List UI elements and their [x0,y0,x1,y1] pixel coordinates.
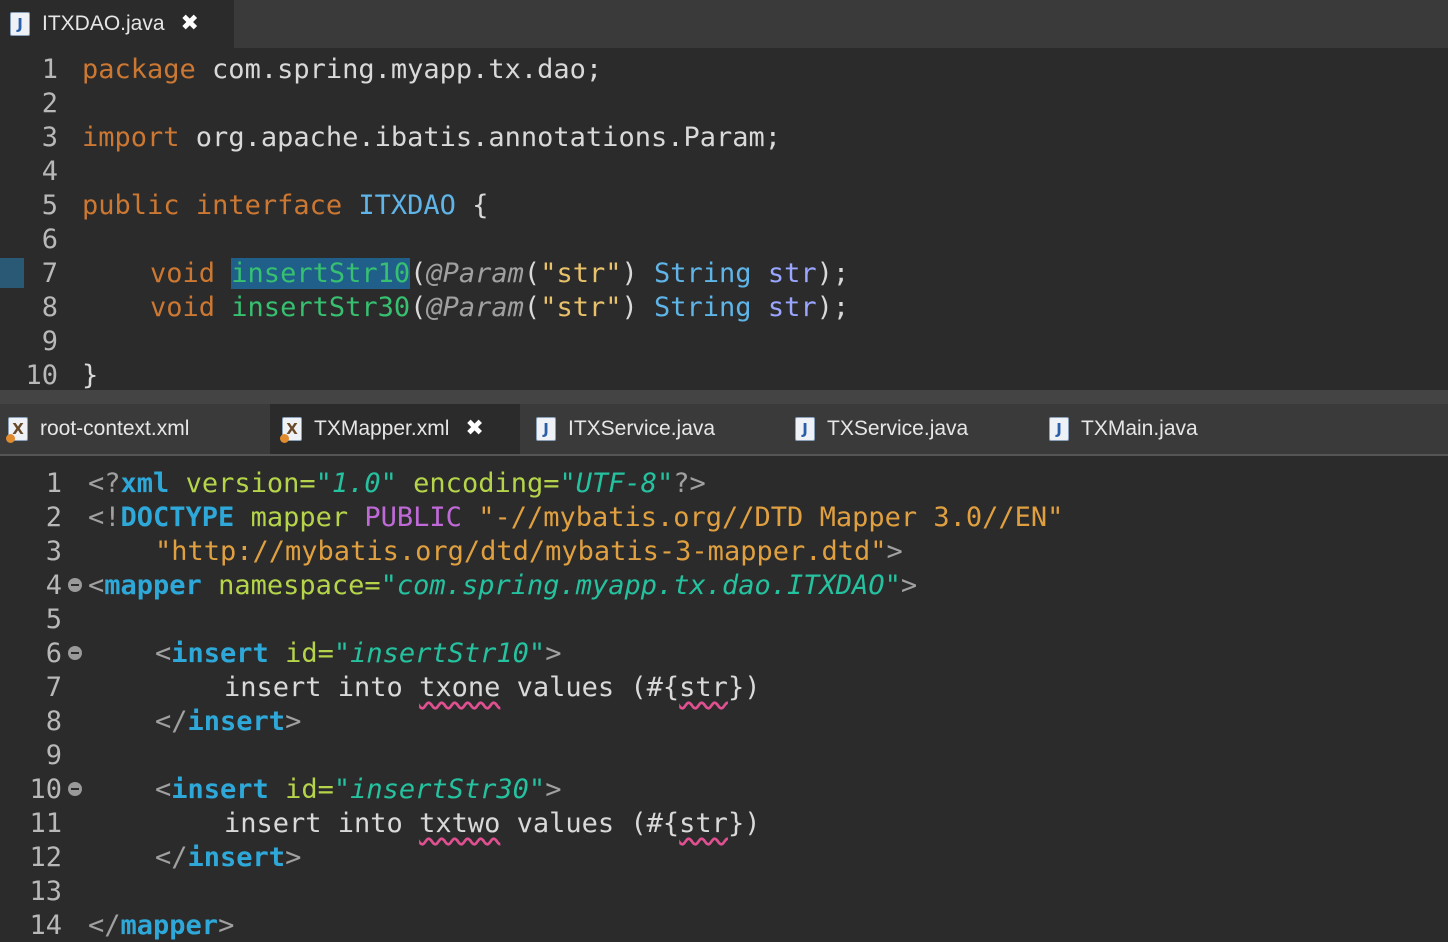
fold-collapse-icon[interactable] [68,578,82,592]
code-line: 4 [0,154,1448,188]
line-number: 9 [45,739,62,771]
tab-root-context-xml[interactable]: X root-context.xml [6,404,190,454]
code-line: 1 package com.spring.myapp.tx.dao; [0,52,1448,86]
tab-label: TXMain.java [1081,417,1198,440]
line-number: 14 [29,909,62,941]
line-number: 5 [41,189,58,221]
line-number: 10 [29,773,62,805]
line-number: 2 [41,87,58,119]
java-file-icon: J [1049,417,1069,441]
tab-txservice-java[interactable]: J TXService.java [795,404,968,454]
java-file-icon: J [10,12,30,36]
close-icon[interactable]: ✖ [465,418,483,440]
tab-label: TXService.java [827,417,969,440]
line-number: 6 [41,223,58,255]
xml-file-icon: X [280,417,302,443]
bottom-tab-bar: X root-context.xml X TXMapper.xml ✖ J IT… [0,404,1448,454]
java-editor[interactable]: 1 package com.spring.myapp.tx.dao; 2 3 i… [0,48,1448,392]
tab-itxservice-java[interactable]: J ITXService.java [536,404,715,454]
line-number: 10 [25,359,58,391]
line-number: 12 [29,841,62,873]
xml-editor[interactable]: 1 <?xml version="1.0" encoding="UTF-8"?>… [0,462,1448,942]
line-number: 4 [41,155,58,187]
code-line: 9 [0,738,1448,772]
code-line: 12 </insert> [0,840,1448,874]
line-number: 8 [41,291,58,323]
tab-label: TXMapper.xml [314,417,450,440]
code-line: 3 import org.apache.ibatis.annotations.P… [0,120,1448,154]
editor-split-divider[interactable] [0,390,1448,404]
line-number: 6 [45,637,62,669]
fold-collapse-icon[interactable] [68,646,82,660]
line-number: 9 [41,325,58,357]
code-line: 11 insert into txtwo values (#{str}) [0,806,1448,840]
code-line: 6 [0,222,1448,256]
line-number: 7 [45,671,62,703]
line-number: 1 [41,53,58,85]
code-line: 8 </insert> [0,704,1448,738]
line-number: 13 [29,875,62,907]
tab-label: ITXService.java [568,417,716,440]
line-number: 1 [45,467,62,499]
tab-label: root-context.xml [40,417,190,440]
code-line: 5 [0,602,1448,636]
java-file-icon: J [536,417,556,441]
code-line: 6 <insert id="insertStr10"> [0,636,1448,670]
line-number: 3 [45,535,62,567]
top-tab-bar: J ITXDAO.java ✖ [0,0,1448,48]
line-number: 5 [45,603,62,635]
java-file-icon: J [795,417,815,441]
line-number: 7 [41,257,58,289]
code-line: 4 <mapper namespace="com.spring.myapp.tx… [0,568,1448,602]
tab-itxdao-java[interactable]: J ITXDAO.java ✖ [0,0,234,48]
line-number: 2 [45,501,62,533]
line-number: 3 [41,121,58,153]
selected-method-name: insertStr10 [231,257,411,289]
code-line: 5 public interface ITXDAO { [0,188,1448,222]
close-icon[interactable]: ✖ [181,13,199,35]
tab-txmain-java[interactable]: J TXMain.java [1049,404,1198,454]
code-line: 14 </mapper> [0,908,1448,942]
line-number: 8 [45,705,62,737]
code-line: 2 <!DOCTYPE mapper PUBLIC "-//mybatis.or… [0,500,1448,534]
code-line: 8 void insertStr30(@Param("str") String … [0,290,1448,324]
tab-label: ITXDAO.java [42,12,165,35]
code-line: 13 [0,874,1448,908]
code-line: 9 [0,324,1448,358]
code-line: 10 <insert id="insertStr30"> [0,772,1448,806]
code-line: 7 void insertStr10(@Param("str") String … [0,256,1448,290]
xml-file-icon: X [6,417,28,443]
code-line: 1 <?xml version="1.0" encoding="UTF-8"?> [0,466,1448,500]
fold-collapse-icon[interactable] [68,782,82,796]
code-line: 10 } [0,358,1448,392]
code-line: 2 [0,86,1448,120]
line-number: 4 [45,569,62,601]
line-number: 11 [29,807,62,839]
code-line: 7 insert into txone values (#{str}) [0,670,1448,704]
tab-underline [0,454,1448,462]
code-line: 3 "http://mybatis.org/dtd/mybatis-3-mapp… [0,534,1448,568]
tab-txmapper-xml[interactable]: X TXMapper.xml ✖ [270,404,520,454]
